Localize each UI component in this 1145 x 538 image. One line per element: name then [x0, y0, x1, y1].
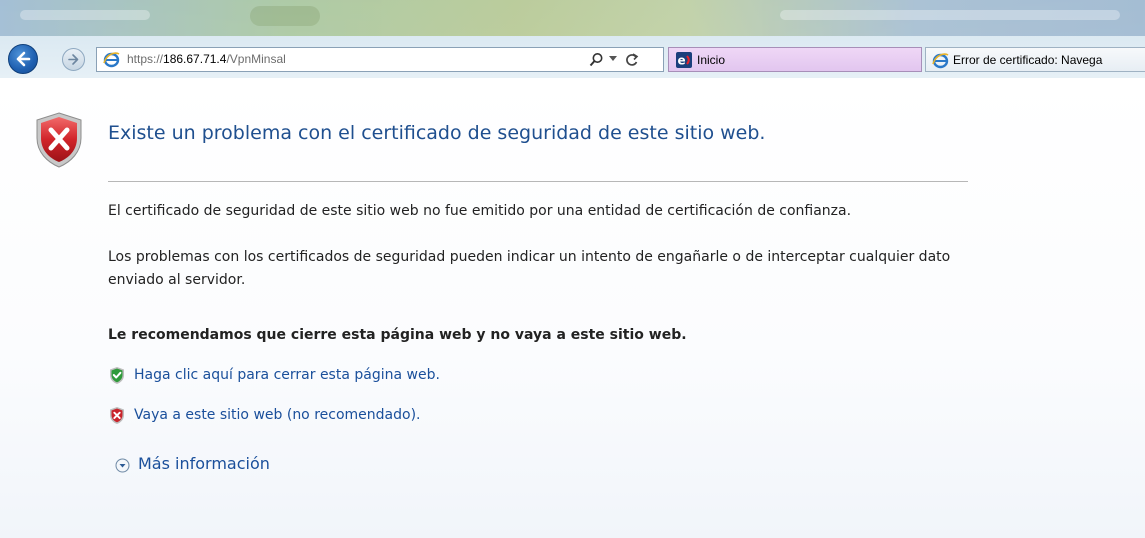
more-info-toggle[interactable]: Más información: [115, 453, 315, 477]
close-page-link[interactable]: Haga clic aquí para cerrar esta página w…: [134, 367, 440, 383]
more-info-label: Más información: [138, 454, 270, 473]
close-page-action[interactable]: Haga clic aquí para cerrar esta página w…: [108, 365, 508, 387]
search-icon[interactable]: [589, 52, 604, 67]
title-bar: [0, 0, 1145, 36]
forward-button[interactable]: [62, 48, 85, 71]
ie-icon: [932, 53, 949, 69]
svg-text:e: e: [678, 54, 686, 68]
green-shield-check-icon: [110, 367, 124, 384]
continue-to-site-action[interactable]: Vaya a este sitio web (no recomendado).: [108, 405, 488, 427]
tab-inicio[interactable]: e Inicio: [668, 47, 922, 72]
address-bar[interactable]: https://186.67.71.4/VpnMinsal: [96, 47, 664, 72]
tab-label: Inicio: [697, 53, 726, 67]
certificate-issue-text: El certificado de seguridad de este siti…: [108, 203, 852, 219]
security-warning-text: Los problemas con los certificados de se…: [108, 249, 951, 288]
ie-icon: [103, 52, 120, 68]
back-arrow-icon: [16, 51, 31, 67]
chevron-down-circle-icon: [115, 458, 130, 473]
refresh-icon[interactable]: [625, 52, 639, 67]
continue-to-site-link[interactable]: Vaya a este sitio web (no recomendado).: [134, 407, 420, 423]
tab-label: Error de certificado: Navega: [953, 53, 1103, 67]
back-button[interactable]: [8, 44, 38, 74]
url-text[interactable]: https://186.67.71.4/VpnMinsal: [127, 52, 286, 66]
browser-chrome: https://186.67.71.4/VpnMinsal e Inicio E…: [0, 0, 1145, 78]
page-title: Existe un problema con el certificado de…: [108, 122, 766, 144]
site-favicon-icon: e: [676, 52, 692, 68]
red-shield-x-icon: [36, 112, 82, 168]
certificate-error-page: Existe un problema con el certificado de…: [0, 78, 1145, 538]
recommendation-text: Le recomendamos que cierre esta página w…: [108, 327, 687, 343]
divider: [108, 181, 968, 182]
forward-arrow-icon: [68, 54, 79, 65]
tab-certificate-error[interactable]: Error de certificado: Navega: [925, 47, 1145, 72]
red-shield-x-icon: [110, 407, 124, 424]
chevron-down-icon[interactable]: [609, 56, 617, 62]
